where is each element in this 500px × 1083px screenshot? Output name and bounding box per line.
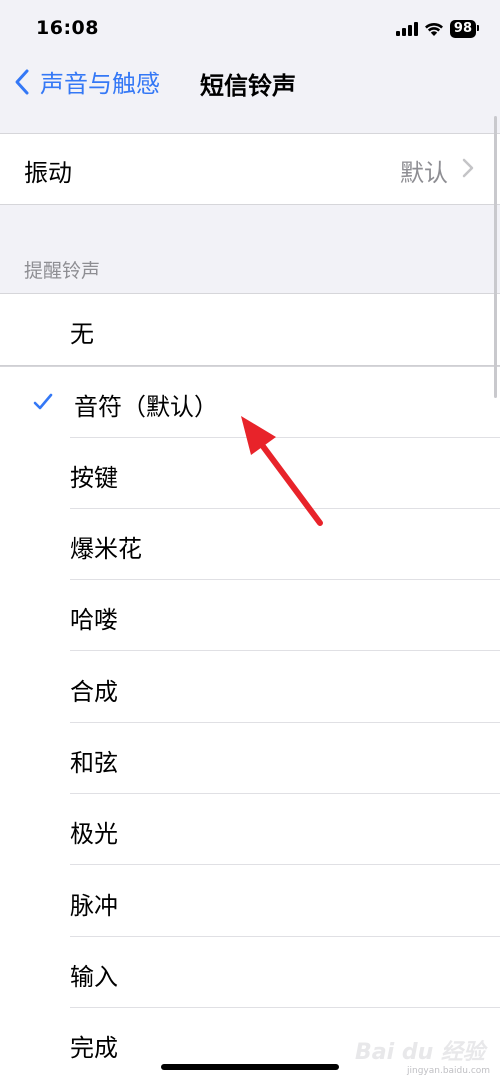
tone-option[interactable]: 哈喽 — [0, 580, 500, 651]
watermark: Bai du 经验 jingyan.baidu.com — [355, 1026, 495, 1078]
status-icons: 98 — [395, 19, 480, 39]
tone-option[interactable]: 输入 — [0, 937, 500, 1008]
tones-list: 音符（默认） 按键 爆米花 哈喽 合成 和弦 极光 脉冲 输入 完成 — [0, 366, 500, 1083]
tone-label: 哈喽 — [70, 606, 118, 634]
cellular-signal-icon — [395, 22, 418, 36]
tone-label: 无 — [70, 320, 94, 348]
status-bar: 16:08 98 — [0, 0, 500, 56]
watermark-url: jingyan.baidu.com — [407, 1066, 491, 1076]
tone-option[interactable]: 脉冲 — [0, 866, 500, 937]
tone-option-selected[interactable]: 音符（默认） — [0, 367, 500, 438]
back-button[interactable]: 声音与触感 — [14, 64, 160, 99]
none-group: 无 — [0, 293, 500, 366]
tone-option[interactable]: 合成 — [0, 652, 500, 723]
tone-label: 爆米花 — [70, 535, 142, 563]
vibration-group: 振动 默认 — [0, 133, 500, 205]
battery-icon: 98 — [449, 20, 480, 38]
status-time: 16:08 — [36, 17, 99, 39]
vibration-row[interactable]: 振动 默认 — [0, 134, 500, 204]
tone-label: 和弦 — [70, 749, 118, 777]
watermark-logo: Bai du 经验 — [355, 1040, 485, 1065]
tone-label: 合成 — [70, 678, 118, 706]
tone-label: 完成 — [70, 1034, 118, 1062]
tone-label: 极光 — [70, 820, 118, 848]
tone-label: 按键 — [70, 464, 118, 492]
tone-option[interactable]: 极光 — [0, 794, 500, 865]
tone-label: 脉冲 — [70, 892, 118, 920]
chevron-right-icon — [462, 158, 474, 178]
tone-option[interactable]: 按键 — [0, 438, 500, 509]
back-label: 声音与触感 — [40, 70, 160, 98]
row-divider — [70, 650, 500, 651]
tone-label: 输入 — [70, 963, 118, 991]
tone-option-none[interactable]: 无 — [0, 294, 500, 365]
vibration-label: 振动 — [24, 159, 72, 187]
wifi-icon — [424, 22, 443, 36]
navigation-bar: 声音与触感 短信铃声 — [0, 56, 500, 108]
tone-option[interactable]: 爆米花 — [0, 509, 500, 580]
chevron-left-icon — [15, 69, 29, 94]
section-header-alert-tones: 提醒铃声 — [24, 260, 101, 282]
tone-label: 音符（默认） — [74, 393, 218, 421]
checkmark-icon — [33, 393, 53, 410]
row-divider — [70, 864, 500, 865]
page-title: 短信铃声 — [200, 72, 296, 100]
scrollbar[interactable] — [494, 116, 497, 398]
tone-option[interactable]: 和弦 — [0, 723, 500, 794]
home-indicator[interactable] — [161, 1064, 339, 1070]
vibration-value: 默认 — [400, 159, 448, 187]
